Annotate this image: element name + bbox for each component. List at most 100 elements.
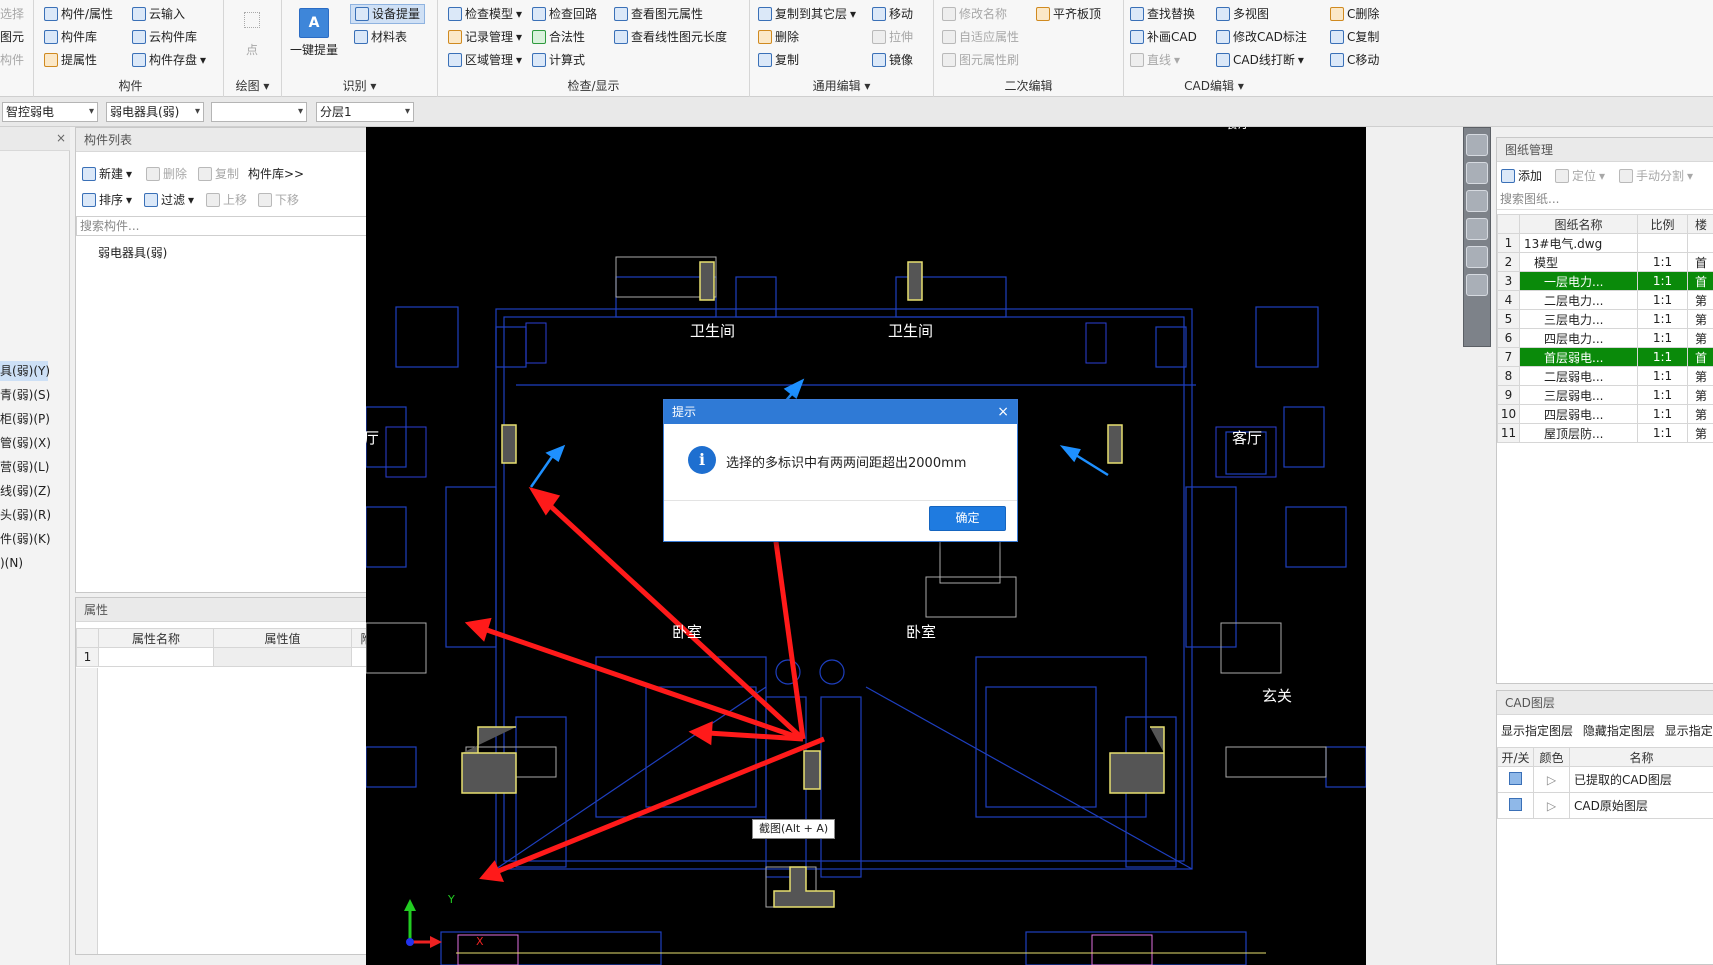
find-replace-button[interactable]: 查找替换: [1130, 4, 1195, 24]
filter-button[interactable]: 过滤 ▾: [144, 190, 194, 210]
strip-item[interactable]: 具(弱)(Y): [0, 361, 50, 381]
drawing-scale-cell[interactable]: 1:1: [1637, 252, 1688, 272]
drawing-scale-cell[interactable]: 1:1: [1637, 385, 1688, 405]
c-move-button[interactable]: C移动: [1330, 50, 1379, 70]
drawing-name-cell[interactable]: 屋顶层防...: [1519, 423, 1638, 443]
select-button[interactable]: 选择: [0, 4, 24, 24]
drawing-name-cell[interactable]: 四层弱电...: [1519, 404, 1638, 424]
view-cube-icon[interactable]: [1466, 218, 1488, 240]
element-button[interactable]: 图元: [0, 27, 24, 47]
ok-button[interactable]: 确定: [929, 506, 1006, 531]
validity-button[interactable]: 合法性: [532, 27, 585, 47]
table-row[interactable]: 4 二层电力... 1:1 第: [1497, 290, 1713, 310]
drawing-name-cell[interactable]: 三层弱电...: [1519, 385, 1638, 405]
property-name-cell[interactable]: [98, 647, 214, 667]
show-specified-button[interactable]: 显示指定: [1665, 724, 1713, 738]
drawing-scale-cell[interactable]: 1:1: [1637, 347, 1688, 367]
rotate-icon[interactable]: [1466, 246, 1488, 268]
drawing-floor-cell[interactable]: 第: [1687, 404, 1713, 424]
check-circuit-button[interactable]: 检查回路: [532, 4, 597, 24]
drawing-name-cell[interactable]: 二层电力...: [1519, 290, 1638, 310]
category-select[interactable]: 弱电器具(弱): [106, 102, 204, 122]
layout-icon[interactable]: [1466, 274, 1488, 296]
layer-toggle[interactable]: [1497, 766, 1534, 793]
view-top-icon[interactable]: [1466, 190, 1488, 212]
table-row[interactable]: 10 四层弱电... 1:1 第: [1497, 404, 1713, 424]
close-icon[interactable]: ×: [997, 400, 1009, 424]
check-model-button[interactable]: 检查模型 ▾: [448, 4, 522, 24]
adaptive-property-button[interactable]: 自适应属性: [942, 27, 1019, 47]
drawing-floor-cell[interactable]: 第: [1687, 385, 1713, 405]
orbit-icon[interactable]: [1466, 134, 1488, 156]
checkbox-icon[interactable]: [1509, 771, 1522, 785]
drawing-name-cell[interactable]: 13#电气.dwg: [1519, 233, 1638, 253]
drawing-floor-cell[interactable]: [1687, 233, 1713, 253]
flush-slab-top-button[interactable]: 平齐板顶: [1036, 4, 1101, 24]
move-down-button[interactable]: 下移: [258, 190, 299, 210]
strip-item[interactable]: 管(弱)(X): [0, 433, 51, 453]
copy-button[interactable]: 复制: [758, 50, 799, 70]
manual-split-button[interactable]: 手动分割 ▾: [1619, 166, 1693, 186]
c-copy-button[interactable]: C复制: [1330, 27, 1379, 47]
drawing-scale-cell[interactable]: 1:1: [1637, 404, 1688, 424]
expand-icon[interactable]: ▷: [1533, 766, 1570, 793]
system-select[interactable]: 智控弱电: [2, 102, 98, 122]
component-library-link[interactable]: 构件库>>: [248, 164, 304, 184]
formula-button[interactable]: 计算式: [532, 50, 585, 70]
cloud-library-button[interactable]: 云构件库: [132, 27, 197, 47]
drawing-floor-cell[interactable]: 第: [1687, 366, 1713, 386]
add-drawing-button[interactable]: 添加: [1501, 166, 1542, 186]
one-click-measure-button[interactable]: 一键提量: [290, 40, 338, 60]
view-3d-icon[interactable]: [1466, 162, 1488, 184]
move-up-button[interactable]: 上移: [206, 190, 247, 210]
strip-item[interactable]: 件(弱)(K): [0, 529, 51, 549]
drawing-name-cell[interactable]: 模型: [1519, 252, 1638, 272]
drawing-floor-cell[interactable]: 第: [1687, 423, 1713, 443]
drawing-search-input[interactable]: 搜索图纸...: [1497, 190, 1713, 210]
stretch-button[interactable]: 拉伸: [872, 27, 913, 47]
component-select[interactable]: [211, 102, 307, 122]
modify-cad-dimension-button[interactable]: 修改CAD标注: [1216, 27, 1307, 47]
line-button[interactable]: 直线 ▾: [1130, 50, 1180, 70]
show-layer-button[interactable]: 显示指定图层: [1501, 724, 1573, 738]
table-row[interactable]: 2 模型 1:1 首: [1497, 252, 1713, 272]
component-search-input[interactable]: 搜索构件...: [76, 216, 394, 236]
drawing-scale-cell[interactable]: [1637, 233, 1688, 253]
drawing-name-cell[interactable]: 三层电力...: [1519, 309, 1638, 329]
table-row[interactable]: 1 13#电气.dwg: [1497, 233, 1713, 253]
drawing-scale-cell[interactable]: 1:1: [1637, 366, 1688, 386]
drawing-scale-cell[interactable]: 1:1: [1637, 309, 1688, 329]
drawing-name-cell[interactable]: 四层电力...: [1519, 328, 1638, 348]
strip-item[interactable]: 线(弱)(Z): [0, 481, 51, 501]
table-row[interactable]: 1: [76, 647, 394, 667]
component-cut-button[interactable]: 构件: [0, 50, 24, 70]
mirror-button[interactable]: 镜像: [872, 50, 913, 70]
move-button[interactable]: 移动: [872, 4, 913, 24]
material-table-button[interactable]: 材料表: [354, 27, 407, 47]
drawing-scale-cell[interactable]: 1:1: [1637, 423, 1688, 443]
drawing-scale-cell[interactable]: 1:1: [1637, 290, 1688, 310]
drawing-floor-cell[interactable]: 第: [1687, 309, 1713, 329]
drawing-name-cell[interactable]: 首层弱电...: [1519, 347, 1638, 367]
component-save-button[interactable]: 构件存盘 ▾: [132, 50, 206, 70]
sort-button[interactable]: 排序 ▾: [82, 190, 132, 210]
cad-canvas[interactable]: 卫生间 卫生间 厅 客厅 卧室 卧室 玄关 餐厅 Y X: [366, 127, 1366, 965]
table-row[interactable]: 5 三层电力... 1:1 第: [1497, 309, 1713, 329]
table-row[interactable]: 9 三层弱电... 1:1 第: [1497, 385, 1713, 405]
drawing-name-cell[interactable]: 二层弱电...: [1519, 366, 1638, 386]
property-value-cell[interactable]: [213, 647, 352, 667]
table-row[interactable]: ▷ CAD原始图层: [1497, 792, 1713, 819]
locate-drawing-button[interactable]: 定位 ▾: [1555, 166, 1605, 186]
layer-select[interactable]: 分层1: [316, 102, 414, 122]
hide-layer-button[interactable]: 隐藏指定图层: [1583, 724, 1655, 738]
close-icon[interactable]: ×: [56, 131, 66, 145]
checkbox-icon[interactable]: [1509, 797, 1522, 811]
rename-button[interactable]: 修改名称: [942, 4, 1007, 24]
layer-toggle[interactable]: [1497, 792, 1534, 819]
extract-property-button[interactable]: 提属性: [44, 50, 97, 70]
multi-view-button[interactable]: 多视图: [1216, 4, 1269, 24]
table-row[interactable]: 8 二层弱电... 1:1 第: [1497, 366, 1713, 386]
record-manage-button[interactable]: 记录管理 ▾: [448, 27, 522, 47]
draw-cad-button[interactable]: 补画CAD: [1130, 27, 1197, 47]
expand-icon[interactable]: ▷: [1533, 792, 1570, 819]
